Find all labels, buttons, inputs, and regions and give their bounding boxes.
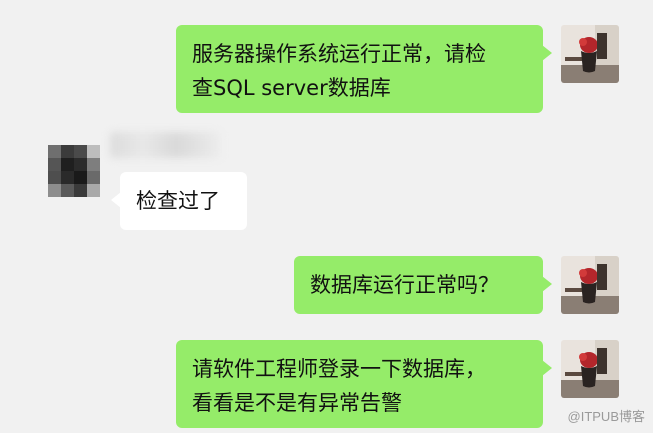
my-avatar[interactable] xyxy=(561,256,619,314)
watermark: @ITPUB博客 xyxy=(568,406,645,425)
my-avatar[interactable] xyxy=(561,25,619,83)
watermark-text: @ITPUB博客 xyxy=(567,409,645,424)
message-text-line: 查SQL server数据库 xyxy=(192,76,391,100)
message-text-line: 服务器操作系统运行正常，请检 xyxy=(192,42,486,66)
message-bubble-sent[interactable]: 数据库运行正常吗？ xyxy=(294,256,552,314)
chat-window: 服务器操作系统运行正常，请检 查SQL server数据库 检查过了 数据库运行… xyxy=(0,0,653,433)
pixelated-avatar-icon xyxy=(48,145,100,197)
blurred-sender-name xyxy=(110,132,220,158)
message-bubble-sent[interactable]: 服务器操作系统运行正常，请检 查SQL server数据库 xyxy=(176,25,552,113)
flower-vase-photo-icon xyxy=(561,340,619,398)
flower-vase-photo-icon xyxy=(561,25,619,83)
message-bubble-sent[interactable]: 请软件工程师登录一下数据库， 看看是不是有异常告警 xyxy=(176,340,552,428)
my-avatar[interactable] xyxy=(561,340,619,398)
message-text: 数据库运行正常吗？ xyxy=(310,273,499,297)
other-avatar[interactable] xyxy=(48,145,100,197)
message-text-line: 请软件工程师登录一下数据库， xyxy=(192,357,486,381)
message-text-line: 看看是不是有异常告警 xyxy=(192,391,402,415)
message-bubble-received[interactable]: 检查过了 xyxy=(111,172,247,230)
flower-vase-photo-icon xyxy=(561,256,619,314)
message-text: 检查过了 xyxy=(136,189,220,213)
